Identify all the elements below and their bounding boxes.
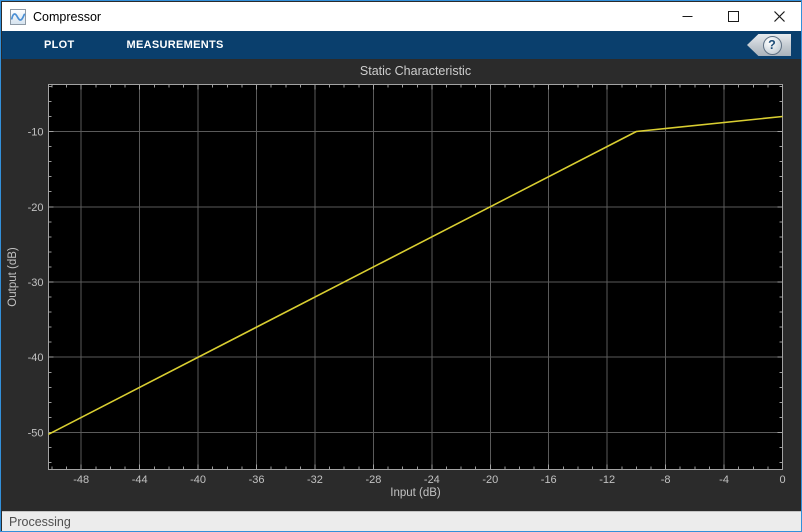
compressor-window: Compressor PLOT MEASUREMENTS ? Static Ch… xyxy=(0,0,802,532)
help-button[interactable]: ? xyxy=(747,34,791,56)
x-tick-label: -20 xyxy=(482,474,498,486)
y-tick-label: -10 xyxy=(28,127,44,139)
window-title: Compressor xyxy=(33,9,102,24)
toolstrip: PLOT MEASUREMENTS ? xyxy=(2,31,801,59)
x-tick-label: -4 xyxy=(719,474,729,486)
y-axis-label: Output (dB) xyxy=(7,247,19,307)
status-message: Processing xyxy=(9,515,71,529)
close-button[interactable] xyxy=(756,2,801,31)
static-characteristic-chart: Static Characteristic Input (dB) Output (d… xyxy=(7,64,786,499)
caption-buttons xyxy=(664,2,801,31)
x-tick-label: -48 xyxy=(73,474,89,486)
question-mark-icon: ? xyxy=(762,35,782,55)
x-tick-label: -12 xyxy=(599,474,615,486)
maximize-icon xyxy=(727,11,739,22)
statusbar: Processing xyxy=(2,511,801,531)
x-tick-label: -44 xyxy=(132,474,148,486)
x-tick-label: -16 xyxy=(541,474,557,486)
chart-title: Static Characteristic xyxy=(360,64,471,78)
close-icon xyxy=(773,11,785,22)
minimize-icon xyxy=(682,16,692,17)
y-tick-label: -40 xyxy=(28,352,44,364)
y-tick-label: -50 xyxy=(28,427,44,439)
figure-area: Static Characteristic Input (dB) Output (d… xyxy=(2,59,801,511)
y-tick-label: -20 xyxy=(28,202,44,214)
maximize-button[interactable] xyxy=(710,2,756,31)
x-tick-label: -28 xyxy=(365,474,381,486)
x-tick-label: -24 xyxy=(424,474,440,486)
minimize-button[interactable] xyxy=(664,2,710,31)
x-axis-label: Input (dB) xyxy=(390,487,441,499)
x-tick-label: -8 xyxy=(661,474,671,486)
axes-background xyxy=(48,84,783,470)
x-tick-label: -40 xyxy=(190,474,206,486)
x-tick-label: -36 xyxy=(249,474,265,486)
y-tick-label: -30 xyxy=(28,277,44,289)
x-tick-label: 0 xyxy=(779,474,785,486)
x-tick-label: -32 xyxy=(307,474,323,486)
titlebar: Compressor xyxy=(2,2,801,31)
tab-measurements[interactable]: MEASUREMENTS xyxy=(127,31,224,59)
tab-plot[interactable]: PLOT xyxy=(44,31,75,59)
waveform-plot-icon xyxy=(10,8,26,25)
